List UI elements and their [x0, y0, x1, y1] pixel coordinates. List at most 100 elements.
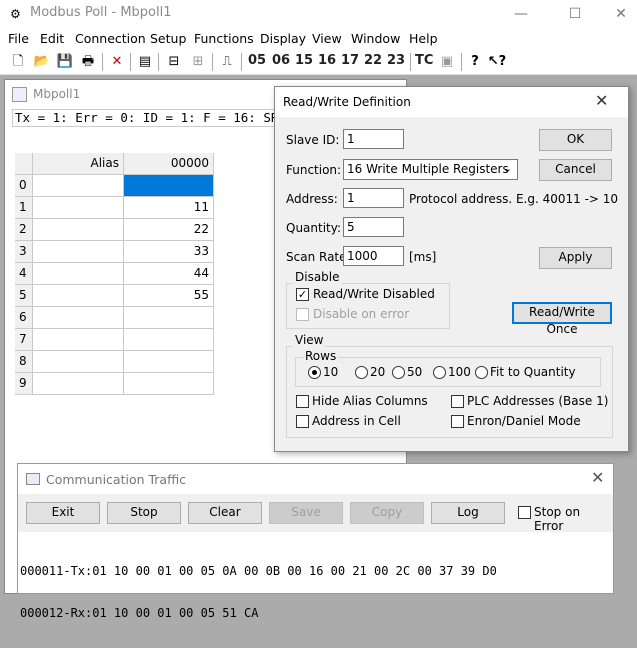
window-icon[interactable]: ▤ — [135, 52, 155, 72]
slave-id-label: Slave ID: — [286, 133, 340, 147]
monitor-icon[interactable]: ▣ — [437, 52, 457, 72]
comm-close-icon[interactable]: ✕ — [591, 468, 604, 487]
communication-traffic-window: Communication Traffic ✕ Exit Stop Clear … — [17, 463, 614, 620]
menu-help[interactable]: Help — [409, 31, 438, 46]
rows-20-radio[interactable] — [355, 366, 368, 379]
menu-file[interactable]: File — [8, 31, 29, 46]
alias-cell[interactable] — [33, 307, 124, 329]
comm-titlebar: Communication Traffic ✕ — [18, 464, 613, 494]
scan-rate-field[interactable]: 1000 — [343, 246, 404, 266]
rw-disabled-checkbox[interactable]: ✓ — [296, 288, 309, 301]
register-column-header[interactable]: 00000 — [124, 153, 214, 175]
copy-button[interactable]: Copy — [350, 502, 424, 524]
menu-connection[interactable]: Connection — [75, 31, 146, 46]
print-icon[interactable]: 🖶 — [78, 52, 98, 72]
alias-cell[interactable] — [33, 197, 124, 219]
apply-button[interactable]: Apply — [539, 247, 612, 269]
log-button[interactable]: Log — [431, 502, 505, 524]
rows-50-radio[interactable] — [392, 366, 405, 379]
fc23-button[interactable]: 23 — [387, 53, 405, 68]
clear-button[interactable]: Clear — [188, 502, 262, 524]
plc-addresses-label: PLC Addresses (Base 1) — [467, 394, 609, 408]
stop-on-error-checkbox[interactable] — [518, 506, 531, 519]
register-cell[interactable]: 22 — [124, 219, 214, 241]
function-label: Function: — [286, 163, 342, 177]
alias-cell[interactable] — [33, 241, 124, 263]
read-write-once-button[interactable]: Read/Write Once — [512, 302, 612, 336]
dialog-close-icon[interactable]: ✕ — [595, 91, 608, 110]
alias-cell[interactable] — [33, 373, 124, 395]
fc05-button[interactable]: 05 — [248, 53, 266, 68]
toolbar: 🗋 📂 💾 🖶 ✕ ▤ ⊟ ⊞ ⎍ 05 06 15 16 17 22 23 T… — [0, 49, 637, 75]
address-hint: Protocol address. E.g. 40011 -> 10 — [409, 192, 619, 206]
rows-100-label: 100 — [448, 365, 471, 379]
register-cell[interactable]: 11 — [124, 197, 214, 219]
plc-addresses-checkbox[interactable] — [451, 395, 464, 408]
scan-rate-label: Scan Rate: — [286, 250, 351, 264]
log-line-rx: 000012-Rx:01 10 00 01 00 05 51 CA — [20, 606, 259, 620]
rows-10-radio[interactable] — [308, 366, 321, 379]
register-cell[interactable]: 44 — [124, 263, 214, 285]
connect-icon[interactable]: ⊟ — [164, 52, 184, 72]
single-poll-icon[interactable]: ⎍ — [217, 52, 237, 72]
alias-cell[interactable] — [33, 285, 124, 307]
context-help-icon[interactable]: ↖? — [487, 52, 507, 72]
fc22-button[interactable]: 22 — [364, 53, 382, 68]
rows-100-radio[interactable] — [433, 366, 446, 379]
slave-id-field[interactable]: 1 — [343, 129, 404, 149]
function-select[interactable]: 16 Write Multiple Registers ⌄ — [343, 159, 518, 180]
window-icon — [26, 473, 40, 485]
toolbar-separator — [212, 53, 213, 71]
save-button[interactable]: Save — [269, 502, 343, 524]
maximize-button[interactable]: ☐ — [552, 0, 598, 29]
alias-cell[interactable] — [33, 351, 124, 373]
disconnect-icon[interactable]: ⊞ — [188, 52, 208, 72]
address-in-cell-checkbox[interactable] — [296, 415, 309, 428]
fc16-button[interactable]: 16 — [318, 53, 336, 68]
alias-cell[interactable] — [33, 175, 124, 197]
save-icon[interactable]: 💾 — [55, 52, 75, 72]
register-cell[interactable]: 33 — [124, 241, 214, 263]
menu-functions[interactable]: Functions — [194, 31, 254, 46]
hide-alias-label: Hide Alias Columns — [312, 394, 428, 408]
minimize-button[interactable]: — — [498, 0, 544, 29]
disable-on-error-checkbox[interactable] — [296, 308, 309, 321]
alias-cell[interactable] — [33, 329, 124, 351]
fc17-button[interactable]: 17 — [341, 53, 359, 68]
alias-column-header[interactable]: Alias — [33, 153, 124, 175]
register-cell[interactable] — [124, 351, 214, 373]
dialog-titlebar: Read/Write Definition ✕ — [275, 87, 628, 117]
hide-alias-checkbox[interactable] — [296, 395, 309, 408]
menu-setup[interactable]: Setup — [150, 31, 186, 46]
register-cell[interactable] — [124, 307, 214, 329]
menu-view[interactable]: View — [312, 31, 342, 46]
register-cell[interactable] — [124, 373, 214, 395]
cancel-button[interactable]: Cancel — [539, 159, 612, 181]
menu-edit[interactable]: Edit — [40, 31, 64, 46]
quantity-field[interactable]: 5 — [343, 217, 404, 237]
fc06-button[interactable]: 06 — [272, 53, 290, 68]
alias-cell[interactable] — [33, 219, 124, 241]
new-icon[interactable]: 🗋 — [8, 52, 28, 72]
enron-checkbox[interactable] — [451, 415, 464, 428]
register-cell[interactable]: 55 — [124, 285, 214, 307]
register-cell-selected[interactable] — [124, 175, 214, 197]
alias-cell[interactable] — [33, 263, 124, 285]
stop-button[interactable]: Stop — [107, 502, 181, 524]
open-icon[interactable]: 📂 — [32, 52, 52, 72]
exit-button[interactable]: Exit — [26, 502, 100, 524]
rows-fit-radio[interactable] — [475, 366, 488, 379]
delete-icon[interactable]: ✕ — [107, 52, 127, 72]
menu-bar: File Edit Connection Setup Functions Dis… — [0, 29, 637, 49]
fc15-button[interactable]: 15 — [295, 53, 313, 68]
register-cell[interactable] — [124, 329, 214, 351]
quantity-label: Quantity: — [286, 221, 342, 235]
close-button[interactable]: ✕ — [598, 0, 637, 29]
menu-display[interactable]: Display — [260, 31, 306, 46]
menu-window[interactable]: Window — [351, 31, 400, 46]
address-field[interactable]: 1 — [343, 188, 404, 208]
ok-button[interactable]: OK — [539, 129, 612, 151]
tc-button[interactable]: TC — [415, 53, 433, 68]
help-icon[interactable]: ? — [465, 52, 485, 72]
read-write-definition-dialog: Read/Write Definition ✕ Slave ID: 1 OK F… — [274, 86, 629, 452]
